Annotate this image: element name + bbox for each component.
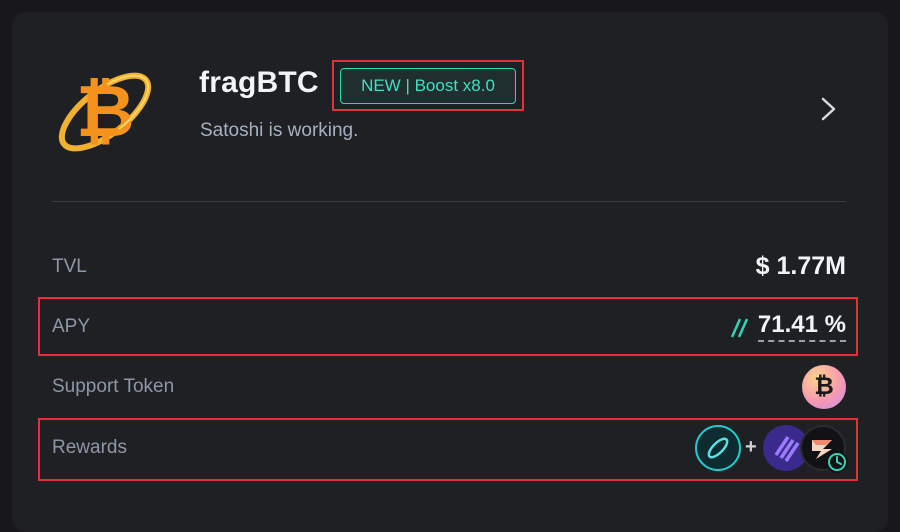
clock-icon	[826, 451, 848, 473]
tvl-label: TVL	[52, 256, 87, 277]
vault-title: fragBTC	[199, 66, 319, 99]
tvl-value: $ 1.77M	[755, 252, 846, 280]
svg-text:₿: ₿	[76, 72, 135, 152]
vault-subtitle: Satoshi is working.	[200, 120, 359, 141]
apy-value[interactable]: 71.41 %	[757, 312, 846, 342]
double-slash-icon	[730, 318, 749, 338]
bitcoin-ring-icon: ₿	[58, 72, 152, 152]
support-token-label: Support Token	[52, 376, 175, 397]
boost-badge: NEW | Boost x8.0	[340, 68, 516, 104]
badge-highlight: NEW | Boost x8.0	[332, 60, 524, 111]
rewards-plus: +	[745, 436, 757, 458]
apy-label: APY	[52, 316, 91, 337]
divider	[52, 201, 846, 202]
rewards-label: Rewards	[52, 437, 127, 458]
chevron-right-icon[interactable]	[818, 96, 840, 122]
bitcoin-icon[interactable]: ₿	[802, 365, 846, 409]
link-icon[interactable]	[695, 425, 741, 471]
